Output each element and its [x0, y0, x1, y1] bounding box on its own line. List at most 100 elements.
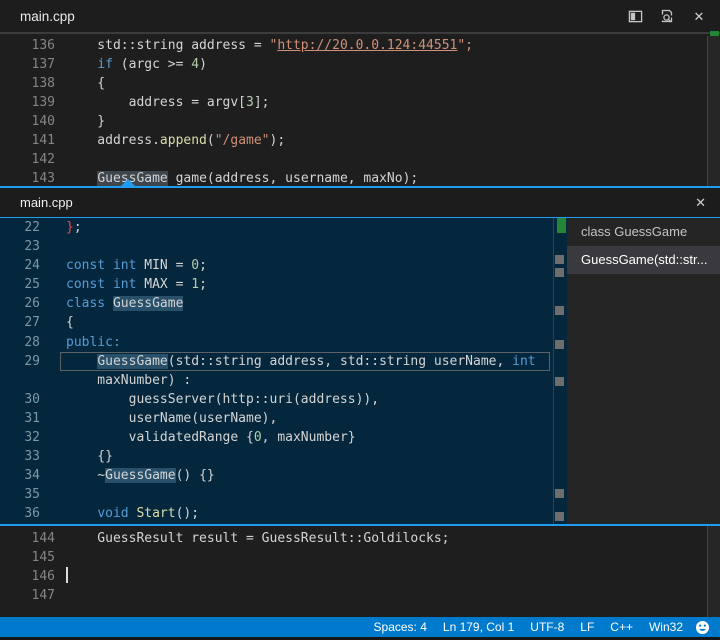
code-line[interactable]: 146: [0, 567, 707, 586]
main-scrollbar[interactable]: [708, 526, 720, 617]
code-line[interactable]: 35: [0, 485, 553, 504]
status-item[interactable]: LF: [572, 620, 602, 634]
main-editor-top[interactable]: 136 std::string address = "http://20.0.0…: [0, 36, 707, 186]
peek-overview-ruler[interactable]: [553, 218, 567, 524]
line-number: 26: [0, 294, 40, 313]
code-text: public:: [66, 333, 121, 352]
line-number: 32: [0, 428, 40, 447]
code-line[interactable]: 32 validatedRange {0, maxNumber}: [0, 428, 553, 447]
code-line[interactable]: 25 const int MAX = 1;: [0, 275, 553, 294]
overview-ruler-match-marker: [555, 489, 564, 498]
close-icon[interactable]: ✕: [690, 7, 708, 25]
code-text: void Start();: [66, 504, 199, 523]
line-number: 140: [0, 112, 55, 131]
code-text: class GuessGame: [66, 294, 183, 313]
code-text: };: [66, 218, 82, 237]
peek-title: main.cpp: [20, 195, 73, 210]
line-number: 144: [0, 529, 55, 548]
line-number: 142: [0, 150, 55, 169]
text-cursor: [66, 567, 68, 583]
overview-ruler-match-marker: [555, 268, 564, 277]
peek-header: main.cpp ✕: [0, 188, 720, 217]
code-line[interactable]: 137 if (argc >= 4): [0, 55, 707, 74]
code-line[interactable]: 36 void Start();: [0, 504, 553, 523]
code-line[interactable]: 141 address.append("/game");: [0, 131, 707, 150]
code-text: const int MAX = 1;: [66, 275, 207, 294]
status-item[interactable]: UTF-8: [522, 620, 572, 634]
line-number: 28: [0, 333, 40, 352]
line-number: 143: [0, 169, 55, 186]
line-number: 35: [0, 485, 40, 504]
line-number: 23: [0, 237, 40, 256]
overview-ruler-match-marker: [555, 512, 564, 521]
line-number: 27: [0, 313, 40, 332]
code-text: {}: [66, 447, 113, 466]
line-number: 29: [0, 352, 40, 371]
status-bar: Spaces: 4Ln 179, Col 1UTF-8LFC++Win32: [0, 617, 720, 637]
code-line[interactable]: 33 {}: [0, 447, 553, 466]
line-number: 22: [0, 218, 40, 237]
code-line[interactable]: 28 public:: [0, 333, 553, 352]
overview-ruler-match-marker: [555, 377, 564, 386]
overview-ruler-match-marker: [555, 340, 564, 349]
code-text: }: [66, 112, 105, 131]
code-line[interactable]: 136 std::string address = "http://20.0.0…: [0, 36, 707, 55]
main-scrollbar[interactable]: [708, 36, 720, 186]
code-text: [66, 567, 68, 586]
code-line[interactable]: 30 guessServer(http::uri(address)),: [0, 390, 553, 409]
tab-title[interactable]: main.cpp: [20, 9, 75, 24]
line-number: 31: [0, 409, 40, 428]
status-item[interactable]: Spaces: 4: [366, 620, 435, 634]
code-text: validatedRange {0, maxNumber}: [66, 428, 356, 447]
code-text: GuessGame(std::string address, std::stri…: [66, 352, 536, 371]
overview-ruler-match-marker: [555, 255, 564, 264]
editor-actions: ✕: [626, 7, 720, 25]
reference-item[interactable]: class GuessGame: [567, 218, 720, 246]
status-item[interactable]: Win32: [641, 620, 691, 634]
code-line[interactable]: maxNumber) :: [0, 371, 553, 390]
peek-border-bottom: [0, 524, 720, 526]
code-line[interactable]: 34 ~GuessGame() {}: [0, 466, 553, 485]
code-text: guessServer(http::uri(address)),: [66, 390, 379, 409]
code-line[interactable]: 145: [0, 548, 707, 567]
code-text: maxNumber) :: [66, 371, 191, 390]
overview-ruler-green-marker: [710, 31, 719, 36]
code-text: address = argv[3];: [66, 93, 270, 112]
code-line[interactable]: 139 address = argv[3];: [0, 93, 707, 112]
code-text: GuessResult result = GuessResult::Goldil…: [66, 529, 450, 548]
code-line[interactable]: 143 GuessGame game(address, username, ma…: [0, 169, 707, 186]
line-number: 25: [0, 275, 40, 294]
code-line[interactable]: 142: [0, 150, 707, 169]
code-line[interactable]: 138 {: [0, 74, 707, 93]
overview-ruler-green-marker: [557, 218, 566, 233]
code-line[interactable]: 144 GuessResult result = GuessResult::Go…: [0, 529, 707, 548]
status-item[interactable]: C++: [602, 620, 641, 634]
code-line[interactable]: 23: [0, 237, 553, 256]
code-line[interactable]: 29 GuessGame(std::string address, std::s…: [0, 352, 553, 371]
line-number: 138: [0, 74, 55, 93]
split-editor-icon[interactable]: [626, 7, 644, 25]
open-preview-icon[interactable]: [658, 7, 676, 25]
code-line[interactable]: 24const int MIN = 0;: [0, 256, 553, 275]
code-line[interactable]: 140 }: [0, 112, 707, 131]
code-text: address.append("/game");: [66, 131, 285, 150]
main-editor-bottom[interactable]: 144 GuessResult result = GuessResult::Go…: [0, 529, 707, 617]
code-line[interactable]: 22};: [0, 218, 553, 237]
line-number: 36: [0, 504, 40, 523]
line-number: 137: [0, 55, 55, 74]
reference-item[interactable]: GuessGame(std::str...: [567, 246, 720, 274]
line-number: 146: [0, 567, 55, 586]
peek-editor[interactable]: 22};2324const int MIN = 0;25const int MA…: [0, 218, 553, 524]
code-line[interactable]: 27{: [0, 313, 553, 332]
peek-references-list: class GuessGameGuessGame(std::str...: [567, 218, 720, 524]
code-text: std::string address = "http://20.0.0.124…: [66, 36, 473, 55]
status-item[interactable]: Ln 179, Col 1: [435, 620, 522, 634]
code-line[interactable]: 147: [0, 586, 707, 605]
smiley-feedback-icon[interactable]: [691, 620, 720, 635]
code-text: GuessGame game(address, username, maxNo)…: [66, 169, 418, 186]
close-icon[interactable]: ✕: [695, 195, 720, 211]
code-text: {: [66, 74, 105, 93]
code-line[interactable]: 26 class GuessGame: [0, 294, 553, 313]
code-text: userName(userName),: [66, 409, 277, 428]
code-line[interactable]: 31 userName(userName),: [0, 409, 553, 428]
